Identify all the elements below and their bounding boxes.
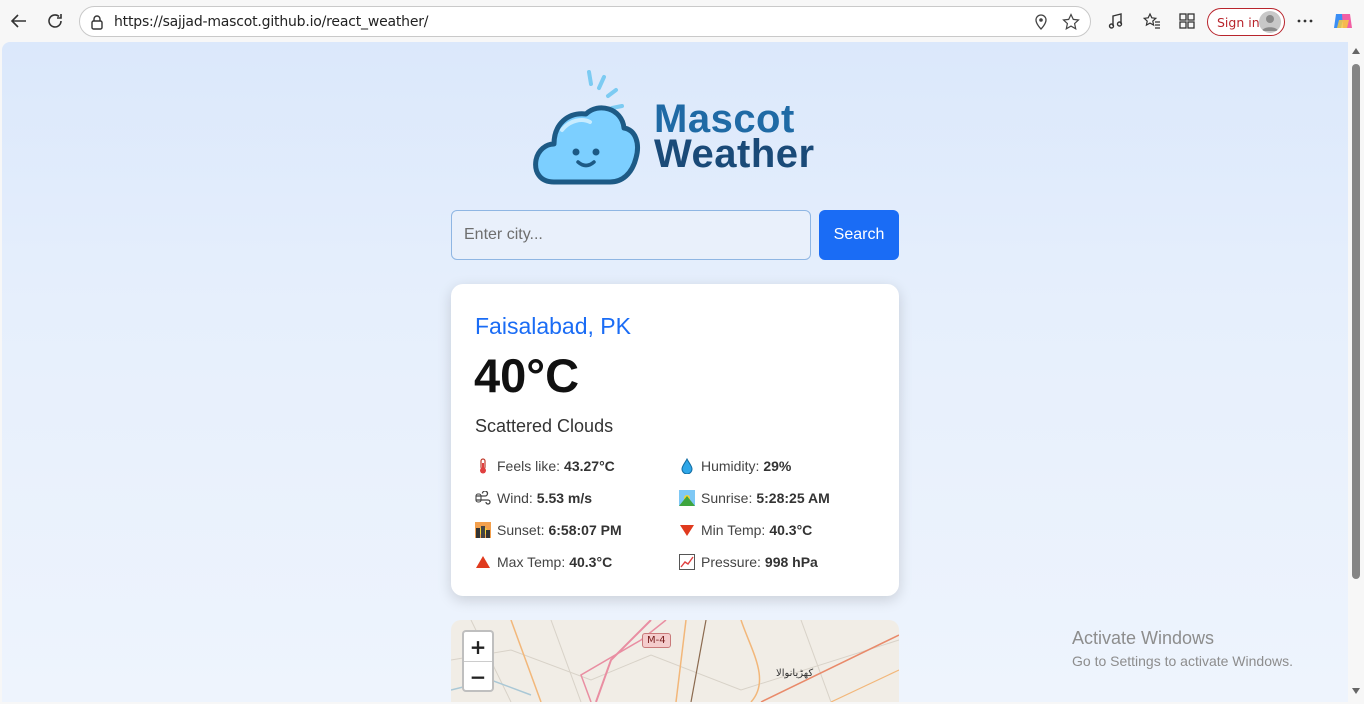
stat-value: 6:58:07 PM bbox=[548, 522, 622, 538]
more-options-icon[interactable] bbox=[1295, 11, 1315, 31]
logo-text: Mascot Weather bbox=[654, 99, 815, 176]
stat-value: 5.53 m/s bbox=[536, 490, 593, 506]
watermark-subtitle: Go to Settings to activate Windows. bbox=[1072, 653, 1293, 669]
search-button[interactable]: Search bbox=[819, 210, 899, 260]
weather-card: Faisalabad, PK 40°C Scattered Clouds Fee… bbox=[451, 284, 899, 596]
read-aloud-icon[interactable] bbox=[1106, 11, 1126, 31]
page-scrollbar[interactable] bbox=[1348, 42, 1364, 704]
scroll-down-arrow-icon[interactable] bbox=[1352, 688, 1360, 694]
stat-label: Min Temp: bbox=[701, 522, 766, 538]
sunset-icon bbox=[475, 522, 491, 538]
wind-icon bbox=[475, 490, 491, 506]
zoom-out-button[interactable]: − bbox=[464, 662, 492, 691]
sunrise-icon bbox=[679, 490, 695, 506]
collections-icon[interactable] bbox=[1177, 11, 1197, 31]
favorites-icon[interactable] bbox=[1142, 11, 1162, 31]
page-viewport: Mascot Weather Search Faisalabad, PK 40°… bbox=[2, 42, 1348, 702]
stat-wind: Wind: 5.53 m/s bbox=[475, 490, 592, 506]
weather-description: Scattered Clouds bbox=[475, 416, 614, 436]
zoom-in-button[interactable]: + bbox=[464, 632, 492, 661]
activate-windows-watermark: Activate Windows Go to Settings to activ… bbox=[1072, 628, 1293, 669]
stat-label: Pressure: bbox=[701, 554, 761, 570]
temperature: 40°C bbox=[474, 349, 580, 402]
map-zoom-control: + − bbox=[462, 630, 494, 692]
down-triangle-icon bbox=[679, 522, 695, 538]
cloud-mascot-icon bbox=[533, 70, 640, 185]
map-roads bbox=[451, 620, 899, 702]
address-bar[interactable]: https://sajjad-mascot.github.io/react_we… bbox=[79, 6, 1091, 37]
stat-value: 40.3°C bbox=[569, 554, 613, 570]
stat-label: Humidity: bbox=[701, 458, 760, 474]
stat-value: 40.3°C bbox=[769, 522, 813, 538]
stat-value: 29% bbox=[763, 458, 792, 474]
location-icon[interactable] bbox=[1034, 14, 1048, 35]
up-triangle-icon bbox=[475, 554, 491, 570]
stat-label: Wind: bbox=[497, 490, 533, 506]
logo-line-2: Weather bbox=[654, 132, 815, 176]
stat-label: Sunrise: bbox=[701, 490, 753, 506]
watermark-title: Activate Windows bbox=[1072, 628, 1215, 648]
stat-sunrise: Sunrise: 5:28:25 AM bbox=[679, 490, 830, 506]
lock-icon[interactable] bbox=[90, 14, 104, 35]
stat-max-temp: Max Temp: 40.3°C bbox=[475, 554, 612, 570]
road-shield: M-4 bbox=[642, 633, 671, 648]
stat-feels-like: Feels like: 43.27°C bbox=[475, 458, 615, 474]
refresh-icon[interactable] bbox=[43, 9, 67, 33]
stat-value: 43.27°C bbox=[564, 458, 615, 474]
copilot-icon[interactable] bbox=[1331, 9, 1355, 33]
url-text[interactable]: https://sajjad-mascot.github.io/react_we… bbox=[114, 14, 429, 30]
thermometer-icon bbox=[475, 458, 491, 474]
stat-label: Feels like: bbox=[497, 458, 561, 474]
stat-value: 998 hPa bbox=[764, 554, 818, 570]
sign-in-label: Sign in bbox=[1217, 15, 1260, 30]
avatar-icon bbox=[1259, 11, 1281, 33]
weather-map[interactable]: + − M-4 کھڑیانوالا bbox=[451, 620, 899, 702]
browser-toolbar: https://sajjad-mascot.github.io/react_we… bbox=[0, 0, 1364, 42]
chart-icon bbox=[679, 554, 695, 570]
stat-pressure: Pressure: 998 hPa bbox=[679, 554, 818, 570]
stat-label: Max Temp: bbox=[497, 554, 566, 570]
city-search-input[interactable] bbox=[451, 210, 811, 260]
map-town-label: کھڑیانوالا bbox=[776, 668, 814, 679]
sign-in-button[interactable]: Sign in bbox=[1207, 8, 1285, 36]
back-icon[interactable] bbox=[7, 9, 31, 33]
favorite-star-icon[interactable] bbox=[1062, 13, 1080, 36]
stat-humidity: Humidity: 29% bbox=[679, 458, 791, 474]
stat-value: 5:28:25 AM bbox=[756, 490, 830, 506]
city-name: Faisalabad, PK bbox=[475, 313, 631, 339]
scroll-up-arrow-icon[interactable] bbox=[1352, 48, 1360, 54]
app-logo: Mascot Weather bbox=[532, 68, 832, 188]
stat-min-temp: Min Temp: 40.3°C bbox=[679, 522, 812, 538]
scrollbar-thumb[interactable] bbox=[1352, 64, 1360, 579]
stat-sunset: Sunset: 6:58:07 PM bbox=[475, 522, 622, 538]
droplet-icon bbox=[679, 458, 695, 474]
stat-label: Sunset: bbox=[497, 522, 545, 538]
